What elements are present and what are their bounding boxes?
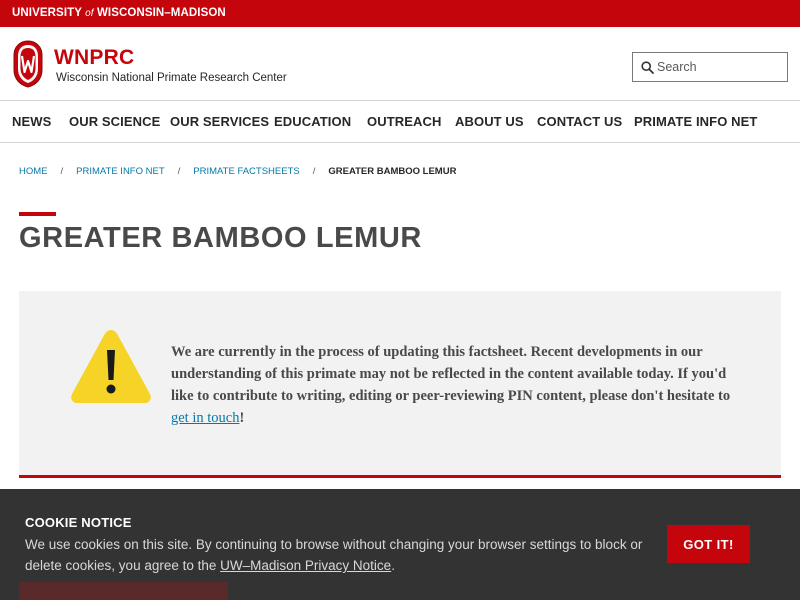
page-title: GREATER BAMBOO LEMUR <box>19 222 422 254</box>
cookie-title: COOKIE NOTICE <box>25 515 132 530</box>
obscured-content <box>19 582 228 600</box>
breadcrumb-home[interactable]: HOME <box>19 166 48 177</box>
privacy-notice-link[interactable]: UW–Madison Privacy Notice <box>220 558 391 573</box>
get-in-touch-link[interactable]: get in touch <box>171 410 239 426</box>
search-box <box>632 52 788 82</box>
breadcrumb-primate-info-net[interactable]: PRIMATE INFO NET <box>76 166 165 177</box>
cookie-text: We use cookies on this site. By continui… <box>25 537 643 573</box>
university-link[interactable]: UNIVERSITY of WISCONSIN–MADISON <box>12 7 226 19</box>
nav-news[interactable]: NEWS <box>12 101 51 142</box>
breadcrumb-primate-factsheets[interactable]: PRIMATE FACTSHEETS <box>193 166 299 177</box>
nav-outreach[interactable]: OUTREACH <box>367 101 441 142</box>
breadcrumb-separator: / <box>60 166 64 177</box>
breadcrumb-current: GREATER BAMBOO LEMUR <box>328 166 457 177</box>
main-nav: NEWS OUR SCIENCE OUR SERVICES EDUCATION … <box>0 100 800 143</box>
cookie-accept-button[interactable]: GOT IT! <box>667 525 750 563</box>
breadcrumb-separator: / <box>177 166 181 177</box>
notice-text: We are currently in the process of updat… <box>171 344 731 426</box>
warning-icon <box>71 330 151 403</box>
cookie-notice: COOKIE NOTICE We use cookies on this sit… <box>0 489 800 600</box>
site-name[interactable]: WNPRC <box>54 46 134 70</box>
search-icon <box>641 61 654 74</box>
nav-about-us[interactable]: ABOUT US <box>455 101 524 142</box>
update-notice: We are currently in the process of updat… <box>19 291 781 478</box>
site-subtitle[interactable]: Wisconsin National Primate Research Cent… <box>56 72 287 84</box>
page: UNIVERSITY of WISCONSIN–MADISON WNPRC Wi… <box>0 0 800 600</box>
nav-contact-us[interactable]: CONTACT US <box>537 101 622 142</box>
nav-our-services[interactable]: OUR SERVICES <box>170 101 269 142</box>
breadcrumb: HOME / PRIMATE INFO NET / PRIMATE FACTSHEETS… <box>19 166 456 177</box>
nav-education[interactable]: EDUCATION <box>274 101 351 142</box>
uw-crest-icon[interactable] <box>12 40 44 88</box>
search-input[interactable] <box>657 55 783 79</box>
university-bar: UNIVERSITY of WISCONSIN–MADISON <box>0 0 800 27</box>
nav-our-science[interactable]: OUR SCIENCE <box>69 101 160 142</box>
title-accent-rule <box>19 212 56 216</box>
breadcrumb-separator: / <box>312 166 316 177</box>
site-header: WNPRC Wisconsin National Primate Researc… <box>0 27 800 100</box>
nav-primate-info-net[interactable]: PRIMATE INFO NET <box>634 101 757 142</box>
